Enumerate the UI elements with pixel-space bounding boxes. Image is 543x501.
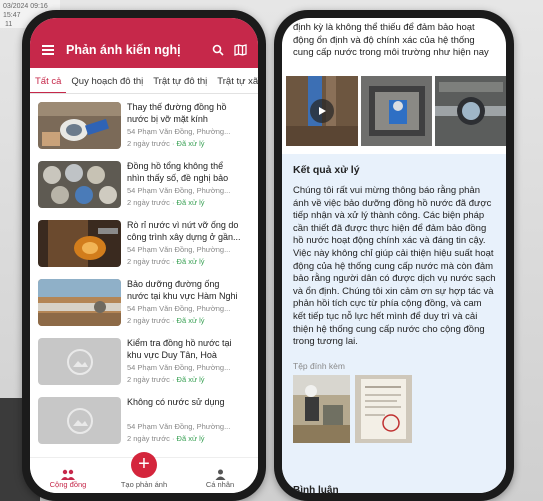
image-placeholder-icon [66,407,93,434]
play-icon[interactable] [309,99,334,123]
item-meta: 2 ngày trước · Đã xử lý [127,139,205,148]
item-address: 54 Phạm Văn Đồng, Phường... [127,245,231,254]
comments-heading: Bình luận [293,485,339,493]
category-tabs: Tất cả Quy hoạch đô thị Trật tự đô thị T… [30,68,258,94]
item-time: 2 ngày trước [127,375,170,384]
list-item[interactable]: Kiểm tra đồng hồ nước tại khu vực Duy Tâ… [38,330,258,389]
list-item[interactable]: Rò rỉ nước vì nứt vỡ ống do công trình x… [38,212,258,271]
item-time: 2 ngày trước [127,434,170,443]
search-icon[interactable] [210,42,226,58]
media-gallery [282,72,506,146]
thumbnail-image [38,102,121,149]
item-address: 54 Phạm Văn Đồng, Phường... [127,422,231,431]
placeholder-image [38,397,121,444]
status-badge: Đã xử lý [176,198,205,207]
status-badge: Đã xử lý [176,257,205,266]
media-video[interactable] [286,76,358,146]
map-icon[interactable] [232,42,248,58]
phone-left: Phản ánh kiến nghị Tất cả Quy hoạch đô t… [22,10,266,501]
thumbnail-image [38,161,121,208]
nav-create-feedback[interactable]: Tạo phản ánh [114,480,174,489]
nav-label: Tạo phản ánh [120,480,168,489]
placeholder-image [38,338,121,385]
item-title: Đồng hồ tổng không thể nhìn thấy số, đề … [127,161,229,183]
item-address: 54 Phạm Văn Đồng, Phường... [127,363,231,372]
media-image[interactable] [434,76,506,146]
item-address: 54 Phạm Văn Đồng, Phường... [127,186,231,195]
item-time: 2 ngày trước [127,139,170,148]
thumbnail-image [38,279,121,326]
plus-icon: + [138,453,150,475]
tab-urban-planning[interactable]: Quy hoạch đô thị [66,68,148,93]
item-title: Không có nước sử dụng [127,397,225,407]
media-image[interactable] [360,76,432,146]
tab-social-order[interactable]: Trật tự xã [212,68,258,93]
item-title: Bảo dưỡng đường ống nước tại khu vực Hàm… [127,279,238,301]
screen-feedback-detail: định kỳ là không thể thiếu để đảm bảo ho… [282,18,506,493]
feedback-list: Thay thế đường đồng hồ nước bị vỡ mặt kí… [30,94,258,448]
person-icon [215,469,225,480]
nav-label: Cộng đồng [49,480,87,489]
item-time: 2 ngày trước [127,257,170,266]
create-feedback-button[interactable]: + [131,452,157,478]
item-meta: 2 ngày trước · Đã xử lý [127,257,205,266]
community-icon [61,469,75,480]
app-bar: Phản ánh kiến nghị [30,18,258,68]
attachments [293,374,496,443]
item-title: Kiểm tra đồng hồ nước tại khu vực Duy Tâ… [127,338,232,360]
item-time: 2 ngày trước [127,316,170,325]
item-title: Rò rỉ nước vì nứt vỡ ống do công trình x… [127,220,241,242]
nav-community[interactable]: Cộng đồng [38,469,98,489]
status-badge: Đã xử lý [176,434,205,443]
nav-label: Cá nhân [205,480,235,489]
attachment-image[interactable] [293,374,350,443]
attachment-image[interactable] [355,374,412,443]
item-meta: 2 ngày trước · Đã xử lý [127,316,205,325]
screen-feedback-list: Phản ánh kiến nghị Tất cả Quy hoạch đô t… [30,18,258,493]
phone-right: định kỳ là không thể thiếu để đảm bảo ho… [274,10,514,501]
item-meta: 2 ngày trước · Đã xử lý [127,434,205,443]
attachments-label: Tệp đính kèm [293,360,345,371]
tab-urban-order[interactable]: Trật tự đô thị [148,68,212,93]
result-body: Chúng tôi rất vui mừng thông báo rằng ph… [293,185,496,348]
item-address: 54 Phạm Văn Đồng, Phường... [127,304,231,313]
list-item[interactable]: Bảo dưỡng đường ống nước tại khu vực Hàm… [38,271,258,330]
status-badge: Đã xử lý [176,375,205,384]
list-item[interactable]: Không có nước sử dụng 54 Phạm Văn Đồng, … [38,389,258,448]
result-title: Kết quả xử lý [293,164,360,176]
nav-profile[interactable]: Cá nhân [190,469,250,489]
item-time: 2 ngày trước [127,198,170,207]
item-address: 54 Phạm Văn Đồng, Phường... [127,127,231,136]
item-meta: 2 ngày trước · Đã xử lý [127,198,205,207]
menu-icon[interactable] [42,45,56,55]
status-badge: Đã xử lý [176,316,205,325]
status-badge: Đã xử lý [176,139,205,148]
description-text: định kỳ là không thể thiếu để đảm bảo ho… [293,22,489,58]
item-title: Thay thế đường đồng hồ nước bị vỡ mặt kí… [127,102,227,124]
tab-all[interactable]: Tất cả [30,68,67,93]
list-item[interactable]: Thay thế đường đồng hồ nước bị vỡ mặt kí… [38,94,258,153]
thumbnail-image [38,220,121,267]
app-title: Phản ánh kiến nghị [66,43,181,57]
item-meta: 2 ngày trước · Đã xử lý [127,375,205,384]
list-item[interactable]: Đồng hồ tổng không thể nhìn thấy số, đề … [38,153,258,212]
result-section: Kết quả xử lý Chúng tôi rất vui mừng thô… [282,154,506,493]
image-placeholder-icon [66,348,93,375]
